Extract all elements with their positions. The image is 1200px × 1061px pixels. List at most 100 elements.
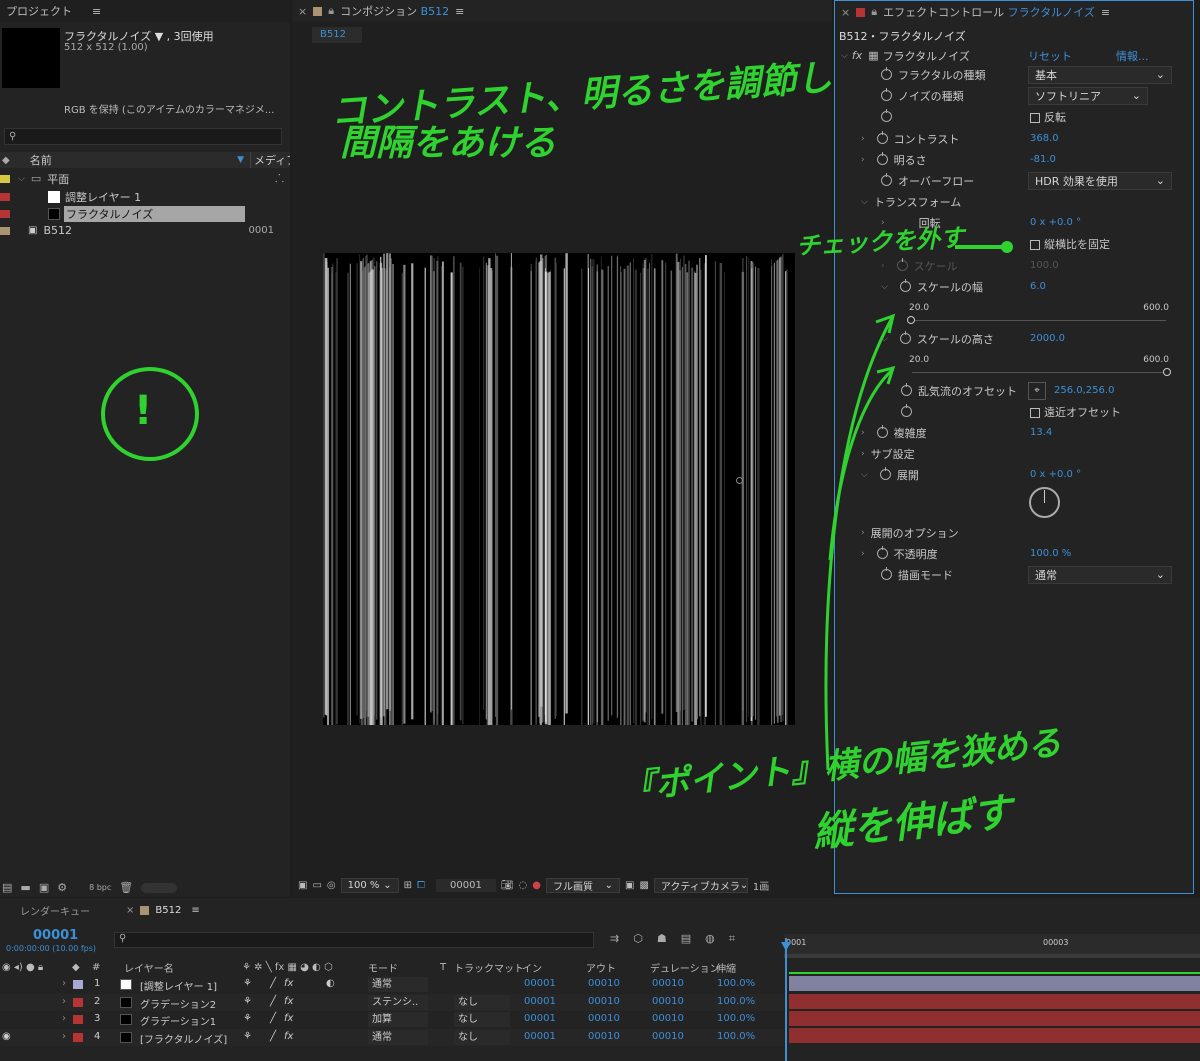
stopwatch-icon[interactable]: [901, 404, 912, 417]
fx-row[interactable]: ⌵ fx ▦ フラクタルノイズ リセット 情報...: [835, 45, 1193, 66]
playhead[interactable]: [785, 938, 787, 1061]
scale-height-slider[interactable]: 20.0 600.0: [909, 355, 1171, 377]
evolution-options-row[interactable]: › 展開のオプション: [835, 522, 1193, 543]
settings-icon[interactable]: ⚙: [57, 881, 67, 894]
invert-checkbox[interactable]: 反転: [1030, 109, 1066, 125]
offset-value[interactable]: 256.0,256.0: [1054, 385, 1114, 396]
transform-row[interactable]: ⌵ トランスフォーム: [835, 191, 1193, 212]
layer-name[interactable]: グラデーション2: [140, 996, 216, 1011]
sub-settings-row[interactable]: › サブ設定: [835, 443, 1193, 464]
col-name[interactable]: 名前: [30, 152, 52, 168]
trackmatte-select[interactable]: なし: [454, 1029, 510, 1045]
show-snapshot-icon[interactable]: ◌: [519, 880, 528, 891]
duration-value[interactable]: 00010: [652, 1013, 684, 1024]
thumbnail-scroll[interactable]: [141, 882, 178, 893]
lock-icon[interactable]: 🔒︎: [871, 5, 877, 19]
complexity-value[interactable]: 13.4: [1030, 427, 1052, 438]
scale-height-value[interactable]: 2000.0: [1030, 333, 1065, 344]
work-area-bar[interactable]: [789, 972, 1200, 974]
layer-row[interactable]: › 3 グラデーション1 ⚘ ╱ fx 加算 なし 00001 00010 00010 100.0%: [0, 1011, 784, 1028]
expand-chevron-icon[interactable]: ⌵: [881, 282, 888, 292]
out-value[interactable]: 00010: [588, 1013, 620, 1024]
label-swatch[interactable]: [0, 226, 10, 235]
expand-chevron-icon[interactable]: ›: [861, 134, 865, 144]
layer-row[interactable]: › 1 [調整レイヤー 1] ⚘ ╱ fx ◐ 通常 00001 00010 00010 100.0%: [0, 976, 784, 993]
expand-chevron-icon[interactable]: ›: [861, 549, 865, 559]
project-search[interactable]: ⚲: [4, 128, 282, 145]
in-value[interactable]: 00001: [524, 1031, 556, 1042]
fx-switch-icon[interactable]: fx: [284, 1031, 293, 1042]
scale-width-slider[interactable]: 20.0 600.0: [907, 303, 1169, 325]
stopwatch-icon[interactable]: [876, 546, 888, 559]
stopwatch-icon[interactable]: [879, 467, 891, 480]
anchor-point[interactable]: [736, 477, 743, 484]
uniform-scale-checkbox[interactable]: 縦横比を固定: [1030, 236, 1110, 252]
overflow-select[interactable]: HDR 効果を使用 ⌄: [1028, 171, 1172, 190]
panel-menu-icon[interactable]: ≡: [191, 905, 199, 916]
comp-flow-icon[interactable]: ⇉: [610, 932, 619, 946]
zoom-select[interactable]: 100 % ⌄: [340, 878, 399, 893]
project-item-folder[interactable]: ⌵ ▭ 平面 ⸫: [0, 170, 290, 187]
quality-switch-icon[interactable]: ╱: [270, 1031, 276, 1042]
adjustment-switch-icon[interactable]: ◐: [326, 978, 335, 989]
views-select[interactable]: 1画: [753, 878, 769, 893]
expand-chevron-icon[interactable]: ›: [861, 449, 865, 459]
duration-value[interactable]: 00010: [652, 978, 684, 989]
project-item-fractal[interactable]: フラクタルノイズ: [0, 205, 290, 222]
stopwatch-icon[interactable]: [899, 279, 911, 292]
layer-row[interactable]: ◉ › 4 [フラクタルノイズ] ⚘ ╱ fx 通常 なし 00001 00010 00010 100.…: [0, 1028, 784, 1046]
duration-value[interactable]: 00010: [652, 1031, 684, 1042]
stopwatch-icon[interactable]: [876, 425, 888, 438]
expand-chevron-icon[interactable]: ›: [62, 1013, 66, 1024]
shy-switch-icon[interactable]: ⚘: [243, 978, 252, 989]
col-duration[interactable]: デュレーション: [650, 960, 720, 975]
expand-chevron-icon[interactable]: ⌵: [18, 174, 25, 184]
expand-chevron-icon[interactable]: ›: [881, 261, 885, 271]
lock-icon[interactable]: 🔒︎: [328, 4, 334, 18]
evolution-dial[interactable]: [1029, 487, 1060, 518]
panel-menu-icon[interactable]: ≡: [1101, 6, 1110, 19]
camera-icon[interactable]: 📷︎: [501, 880, 514, 891]
shy-switch-icon[interactable]: ⚘: [243, 1013, 252, 1024]
shy-switch-icon[interactable]: ⚘: [243, 996, 252, 1007]
stretch-value[interactable]: 100.0%: [717, 1031, 755, 1042]
expand-chevron-icon[interactable]: ⌵: [861, 470, 868, 480]
close-icon[interactable]: ×: [841, 6, 850, 19]
stopwatch-icon[interactable]: [881, 88, 892, 101]
expand-chevron-icon[interactable]: ›: [62, 996, 66, 1007]
region-icon[interactable]: ⧠: [417, 880, 425, 891]
layer-name[interactable]: [調整レイヤー 1]: [140, 978, 217, 993]
shy-icon[interactable]: ☗: [657, 932, 667, 946]
mode-select[interactable]: ステンシ..: [368, 994, 428, 1010]
track-bar-grad1[interactable]: [789, 1011, 1200, 1026]
expand-chevron-icon[interactable]: ›: [62, 978, 66, 989]
trackmatte-select[interactable]: なし: [454, 994, 510, 1010]
mode-select[interactable]: 通常: [368, 977, 428, 992]
out-value[interactable]: 00010: [588, 978, 620, 989]
label-swatch[interactable]: [73, 980, 83, 989]
rotation-value[interactable]: 0 x +0.0 °: [1030, 217, 1081, 228]
grid-icon[interactable]: ⊞: [404, 880, 412, 891]
noise-type-select[interactable]: ソフトリニア ⌄: [1028, 86, 1148, 105]
col-out[interactable]: アウト: [586, 960, 616, 975]
col-in[interactable]: イン: [522, 960, 542, 975]
panel-menu-icon[interactable]: ≡: [92, 5, 101, 18]
in-value[interactable]: 00001: [524, 978, 556, 989]
label-tag-icon[interactable]: ◆: [2, 155, 10, 166]
quality-switch-icon[interactable]: ╱: [270, 996, 276, 1007]
label-swatch[interactable]: [0, 174, 10, 183]
info-link[interactable]: 情報...: [1116, 48, 1149, 64]
draft-3d-icon[interactable]: ⬡: [633, 932, 643, 946]
expand-chevron-icon[interactable]: ⌵: [881, 334, 888, 344]
perspective-checkbox[interactable]: 遠近オフセット: [1030, 404, 1121, 420]
panel-menu-icon[interactable]: ≡: [455, 5, 464, 18]
expand-chevron-icon[interactable]: ›: [861, 155, 865, 165]
slider-thumb[interactable]: [907, 316, 915, 324]
expand-chevron-icon[interactable]: ›: [861, 528, 865, 538]
search-input[interactable]: [16, 131, 257, 142]
reset-link[interactable]: リセット: [1028, 48, 1072, 64]
scale-width-value[interactable]: 6.0: [1030, 281, 1046, 292]
tab-comp[interactable]: B512: [155, 905, 181, 916]
label-swatch[interactable]: [0, 192, 10, 201]
monitor-icon[interactable]: ▭: [312, 880, 321, 891]
